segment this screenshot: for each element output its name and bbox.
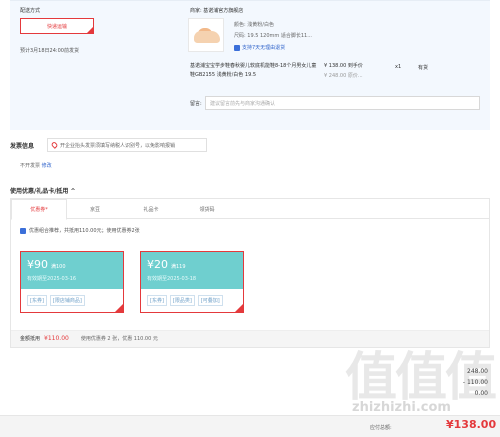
optimal-combo-option[interactable]: 优惠组合推荐，共抵用110.00元；使用优惠券2张 xyxy=(20,227,140,234)
summary-amount: ¥110.00 xyxy=(44,335,69,342)
product-title[interactable]: 基诺浦宝宝学步鞋春秋婴儿软底机能鞋8-18个月男女儿童鞋GB2155 浅黄粉/白… xyxy=(190,62,320,80)
coupon-condition: 满100 xyxy=(51,264,66,270)
coupon-tag: [限品类] xyxy=(169,295,195,306)
payable-label: 应付总额: xyxy=(370,425,392,431)
coupon-tags: [东券] [限品类] [可叠加] xyxy=(147,295,223,306)
tab-coupon-label: 优惠券 xyxy=(30,207,46,213)
coupon-amount: ¥90 xyxy=(27,258,48,271)
remark-input[interactable]: 建议留言前先与商家沟通确认 xyxy=(205,96,480,110)
tab-claim-code-label: 领货码 xyxy=(199,206,215,213)
coupon-summary: 金额抵用 ¥110.00 使用优惠券 2 张，优惠 110.00 元 xyxy=(20,335,158,342)
coupon-tags: [东券] [限店铺商品] xyxy=(27,295,85,306)
stock-status: 有货 xyxy=(418,65,429,71)
payable-amount: ¥138.00 xyxy=(446,418,497,431)
product-original-price: ¥ 248.00 原价... xyxy=(324,73,363,79)
product-color: 颜色: 浅黄粉/白色 xyxy=(234,22,274,28)
coupon-tag: [限店铺商品] xyxy=(49,295,85,306)
coupon-validity: 有效期至2025-03-18 xyxy=(147,276,197,282)
tab-coupon-badge: * xyxy=(45,206,48,213)
invoice-title: 发票信息 xyxy=(10,143,35,150)
return-support-tag: 支持7天无理由退货 xyxy=(234,44,285,51)
coupon-tag: [可叠加] xyxy=(197,295,223,306)
coupon-card[interactable]: ¥90 满100 有效期至2025-03-16 [东券] [限店铺商品] xyxy=(20,251,124,313)
shop-name[interactable]: 商家: 基诺浦官方旗舰店 xyxy=(190,7,243,14)
payment-bar xyxy=(0,415,500,437)
coupon-amount: ¥20 xyxy=(147,258,168,271)
remark-label: 留言: xyxy=(190,101,202,107)
tab-jingdou[interactable]: 京豆 xyxy=(67,199,123,219)
coupon-validity: 有效期至2025-03-16 xyxy=(27,276,77,282)
coupon-tabs: 优惠券 * 京豆 礼品卡 领货码 xyxy=(11,199,489,220)
shoe-sole-graphic xyxy=(194,31,220,43)
summary-label: 金额抵用 xyxy=(20,336,41,342)
support-text: 支持7天无理由退货 xyxy=(242,45,286,51)
support-icon xyxy=(234,44,240,51)
invoice-tip: 开企业抬头发票须填写纳税人识别号，以免影响报销 xyxy=(47,138,207,152)
location-pin-icon xyxy=(50,141,59,149)
checkbox-checked-icon[interactable] xyxy=(20,227,26,234)
coupon-section-header[interactable]: 使用优惠/礼品卡/抵用 ^ xyxy=(10,186,76,195)
invoice-tip-text: 开企业抬头发票须填写纳税人识别号，以免影响报销 xyxy=(60,142,176,149)
selected-corner-icon xyxy=(235,304,243,312)
invoice-status: 不开发票 xyxy=(20,163,41,169)
delivery-section-label: 配送方式 xyxy=(20,8,41,14)
watermark-url: zhizhizhi.com xyxy=(352,400,451,415)
invoice-edit-link[interactable]: 修改 xyxy=(42,163,52,169)
tab-jingdou-label: 京豆 xyxy=(89,206,100,213)
coupon-condition: 满119 xyxy=(171,264,186,270)
product-quantity: x1 xyxy=(395,64,402,70)
tab-giftcard-label: 礼品卡 xyxy=(143,206,159,213)
product-price: ¥ 138.00 到手价 xyxy=(324,63,363,69)
watermark-logo: 值值值 xyxy=(345,348,497,408)
selected-corner-icon xyxy=(115,304,123,312)
coupon-tag: [东券] xyxy=(27,295,47,306)
express-delivery-option[interactable]: 快递运输 xyxy=(20,18,94,34)
optimal-combo-text: 优惠组合推荐，共抵用110.00元；使用优惠券2张 xyxy=(29,228,140,234)
coupon-card[interactable]: ¥20 满119 有效期至2025-03-18 [东券] [限品类] [可叠加] xyxy=(140,251,244,313)
tab-claim-code[interactable]: 领货码 xyxy=(179,199,235,219)
product-size: 尺码: 19.5 120mm 适合脚长11... xyxy=(234,33,313,39)
delivery-estimate: 预计3月18日24:00前发货 xyxy=(20,48,79,54)
coupon-tag: [东券] xyxy=(147,295,167,306)
tab-giftcard[interactable]: 礼品卡 xyxy=(123,199,179,219)
invoice-status-line: 不开发票 修改 xyxy=(20,162,52,169)
product-image[interactable] xyxy=(188,18,224,52)
summary-note: 使用优惠券 2 张，优惠 110.00 元 xyxy=(80,336,158,342)
tab-coupon[interactable]: 优惠券 * xyxy=(11,199,67,220)
